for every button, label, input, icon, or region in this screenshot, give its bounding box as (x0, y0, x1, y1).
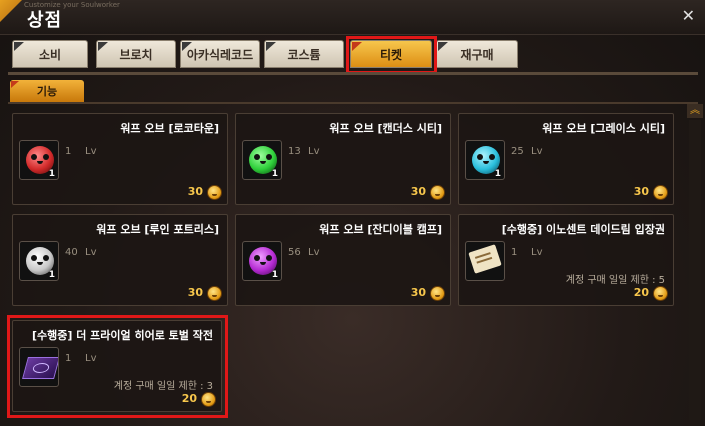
item-price: 20 (633, 286, 649, 299)
shop-window: Customize your Soulworker 상점 ✕ 소비 브로치 아카… (0, 0, 705, 426)
item-level-value: 40 (65, 247, 78, 258)
tab-flag-icon (11, 81, 19, 88)
item-quantity: 1 (48, 270, 55, 280)
item-level-value: 56 (288, 247, 301, 258)
window-title: 상점 (27, 10, 63, 31)
coin-icon (201, 392, 216, 407)
tab-label: 아카식레코드 (186, 47, 254, 62)
tab-flag-icon (266, 42, 276, 51)
coin-icon (430, 185, 445, 200)
item-level-value: 25 (511, 146, 524, 157)
item-price: 30 (633, 185, 649, 198)
shop-item-warp-orb-grace-city[interactable]: 워프 오브 [그레이스 시티] 1 25 Lv 30 (458, 113, 674, 205)
tab-flag-icon (438, 42, 448, 51)
daily-purchase-limit: 계정 구매 일일 제한 : 3 (113, 381, 213, 392)
orb-red-icon: 1 (19, 140, 59, 180)
tab-consumable[interactable]: 소비 (12, 40, 88, 68)
scroll-ticket-icon (465, 241, 505, 281)
coin-icon (653, 286, 668, 301)
tab-repurchase[interactable]: 재구매 (436, 40, 518, 68)
tab-flag-icon (14, 42, 24, 51)
item-quantity: 1 (494, 169, 501, 179)
item-level-unit: Lv (85, 146, 97, 157)
coin-icon (430, 286, 445, 301)
item-name: 워프 오브 [잔디이블 캠프] (319, 223, 442, 236)
item-level-value: 1 (65, 146, 72, 157)
tab-label: 소비 (38, 47, 62, 62)
subtab-function[interactable]: 기능 (10, 80, 84, 102)
shop-item-warp-orb-jandiable-camp[interactable]: 워프 오브 [잔디이블 캠프] 1 56 Lv 30 (235, 214, 451, 306)
orb-cyan-icon: 1 (465, 140, 505, 180)
orb-green-icon: 1 (242, 140, 282, 180)
subtab-label: 기능 (36, 85, 58, 98)
item-price: 30 (410, 185, 426, 198)
item-level-unit: Lv (85, 247, 97, 258)
scroll-up-icon[interactable]: ︽ (687, 104, 703, 118)
coin-icon (207, 185, 222, 200)
item-quantity: 1 (48, 169, 55, 179)
orb-purple-icon: 1 (242, 241, 282, 281)
close-icon[interactable]: ✕ (682, 8, 695, 24)
item-level-unit: Lv (308, 247, 320, 258)
item-quantity: 1 (271, 270, 278, 280)
item-level-unit: Lv (531, 146, 543, 157)
item-name: 워프 오브 [루인 포트리스] (96, 223, 219, 236)
item-name: 워프 오브 [캔더스 시티] (329, 122, 442, 135)
shop-item-warp-orb-rocco-town[interactable]: 워프 오브 [로코타운] 1 1 Lv 30 (12, 113, 228, 205)
item-level-unit: Lv (308, 146, 320, 157)
title-bar[interactable]: Customize your Soulworker 상점 ✕ (0, 0, 705, 35)
item-level-unit: Lv (531, 247, 543, 258)
tab-costume[interactable]: 코스튬 (264, 40, 344, 68)
tab-label: 재구매 (460, 47, 494, 62)
scrollbar-track[interactable] (689, 120, 701, 420)
item-level-value: 1 (511, 247, 518, 258)
tab-ticket[interactable]: 티켓 (350, 40, 432, 68)
daily-purchase-limit: 계정 구매 일일 제한 : 5 (565, 275, 665, 286)
tab-label: 브로치 (119, 47, 153, 62)
tab-flag-icon (352, 42, 362, 51)
orb-white-icon: 1 (19, 241, 59, 281)
subtab-divider (8, 102, 698, 104)
item-level-value: 1 (65, 353, 72, 364)
category-tab-bar: 소비 브로치 아카식레코드 코스튬 티켓 재구매 (8, 36, 698, 74)
item-name: [수행중] 더 프라이얼 히어로 토벌 작전 (31, 329, 213, 342)
item-price: 30 (187, 185, 203, 198)
item-level-value: 13 (288, 146, 301, 157)
item-name: [수행중] 이노센트 데이드림 입장권 (501, 223, 665, 236)
item-price: 20 (181, 392, 197, 405)
shop-item-innocent-daydream-ticket[interactable]: [수행중] 이노센트 데이드림 입장권 1 Lv 계정 구매 일일 제한 : 5… (458, 214, 674, 306)
tab-divider (8, 72, 698, 75)
item-level-unit: Lv (85, 353, 97, 364)
shop-item-warp-orb-candus-city[interactable]: 워프 오브 [캔더스 시티] 1 13 Lv 30 (235, 113, 451, 205)
tab-label: 코스튬 (287, 47, 321, 62)
coin-icon (653, 185, 668, 200)
item-price: 30 (187, 286, 203, 299)
item-price: 30 (410, 286, 426, 299)
shop-item-primal-hero-ticket[interactable]: [수행중] 더 프라이얼 히어로 토벌 작전 1 Lv 계정 구매 일일 제한 … (12, 320, 222, 412)
item-quantity: 1 (271, 169, 278, 179)
item-name: 워프 오브 [로코타운] (120, 122, 219, 135)
tab-flag-icon (98, 42, 108, 51)
coin-icon (207, 286, 222, 301)
purple-ticket-icon (19, 347, 59, 387)
shop-item-warp-orb-ruin-fortress[interactable]: 워프 오브 [루인 포트리스] 1 40 Lv 30 (12, 214, 228, 306)
tab-label: 티켓 (379, 47, 403, 62)
game-logo-icon (0, 0, 22, 22)
tab-brooch[interactable]: 브로치 (96, 40, 176, 68)
tab-akashic-record[interactable]: 아카식레코드 (180, 40, 260, 68)
item-name: 워프 오브 [그레이스 시티] (542, 122, 665, 135)
